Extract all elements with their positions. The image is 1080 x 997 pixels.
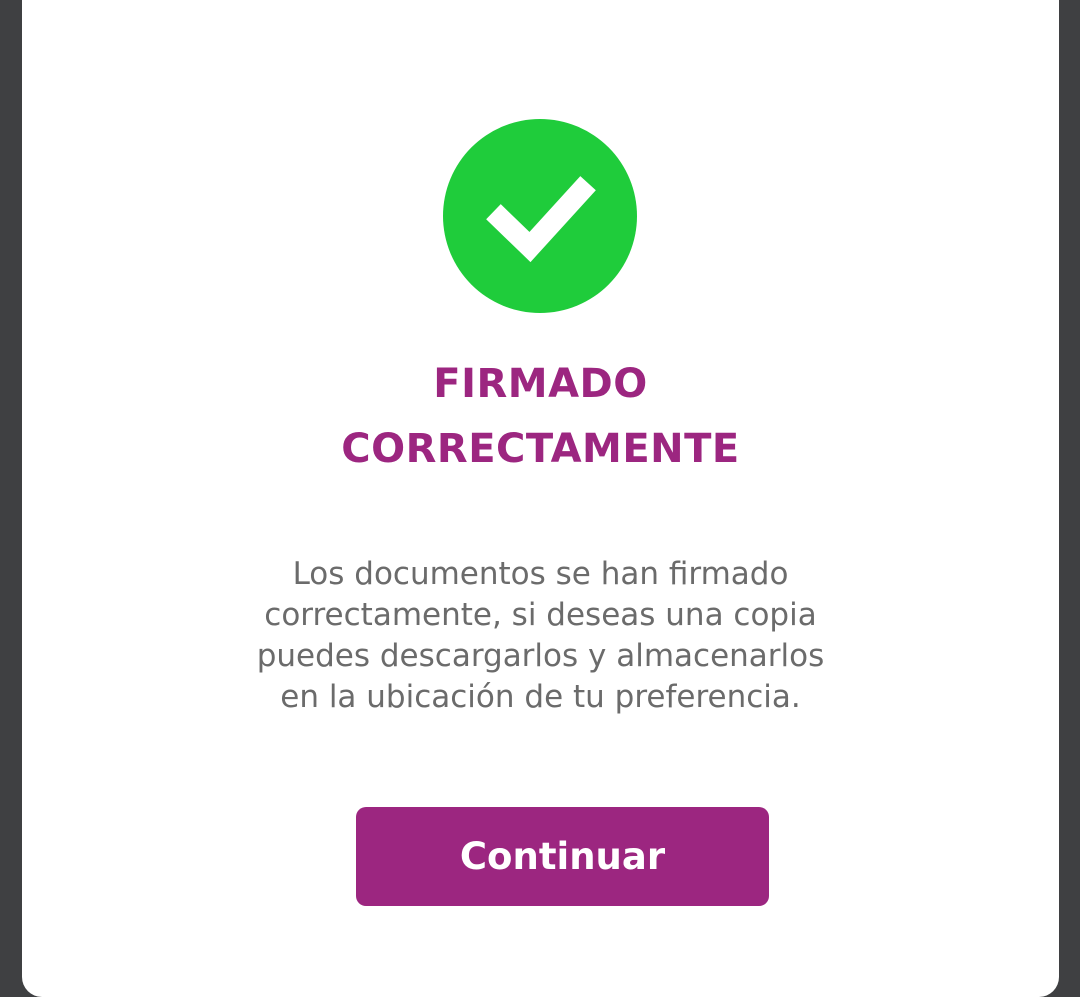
dialog-title: FIRMADO CORRECTAMENTE xyxy=(22,352,1059,482)
dialog-message: Los documentos se han firmado correctame… xyxy=(202,554,879,718)
success-dialog: FIRMADO CORRECTAMENTE Los documentos se … xyxy=(22,0,1059,997)
dialog-message-line-4: en la ubicación de tu preferencia. xyxy=(280,679,801,715)
continue-button[interactable]: Continuar xyxy=(356,807,769,906)
dialog-title-line-1: FIRMADO xyxy=(433,361,648,407)
dialog-message-line-2: correctamente, si deseas una copia xyxy=(264,597,817,633)
check-circle-icon xyxy=(443,119,637,313)
dialog-message-line-3: puedes descargarlos y almacenarlos xyxy=(256,638,825,674)
dialog-title-line-2: CORRECTAMENTE xyxy=(341,426,740,472)
dialog-message-line-1: Los documentos se han firmado xyxy=(292,556,789,592)
